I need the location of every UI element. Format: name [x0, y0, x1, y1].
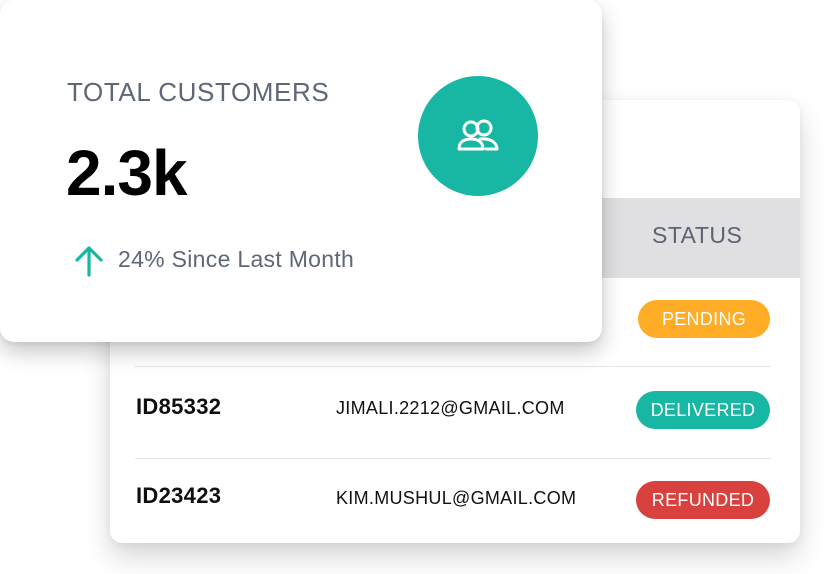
customer-email[interactable]: JIMALI.2212@GMAIL.COM: [336, 398, 565, 419]
row-divider: [135, 458, 771, 459]
status-badge-refunded: REFUNDED: [636, 481, 770, 519]
users-icon: [457, 119, 499, 151]
order-id: ID85332: [136, 394, 222, 419]
order-id: ID23423: [136, 483, 222, 508]
row-divider: [135, 366, 771, 367]
customer-email[interactable]: KIM.MUSHUL@GMAIL.COM: [336, 488, 576, 509]
status-badge-pending: PENDING: [638, 300, 770, 338]
status-column-header: STATUS: [652, 222, 743, 248]
dashboard-preview: STATUS PENDING ID85332 JIMALI.2212@GMAIL…: [0, 0, 826, 574]
customers-icon-badge: [418, 76, 538, 196]
total-customers-card: TOTAL CUSTOMERS 2.3k 24% Since Last Mont…: [0, 0, 602, 342]
arrow-up-icon: [72, 244, 106, 278]
stat-value: 2.3k: [66, 137, 188, 209]
trend-text: 24% Since Last Month: [118, 246, 355, 272]
stat-title: TOTAL CUSTOMERS: [67, 77, 330, 107]
status-badge-delivered: DELIVERED: [636, 391, 770, 429]
